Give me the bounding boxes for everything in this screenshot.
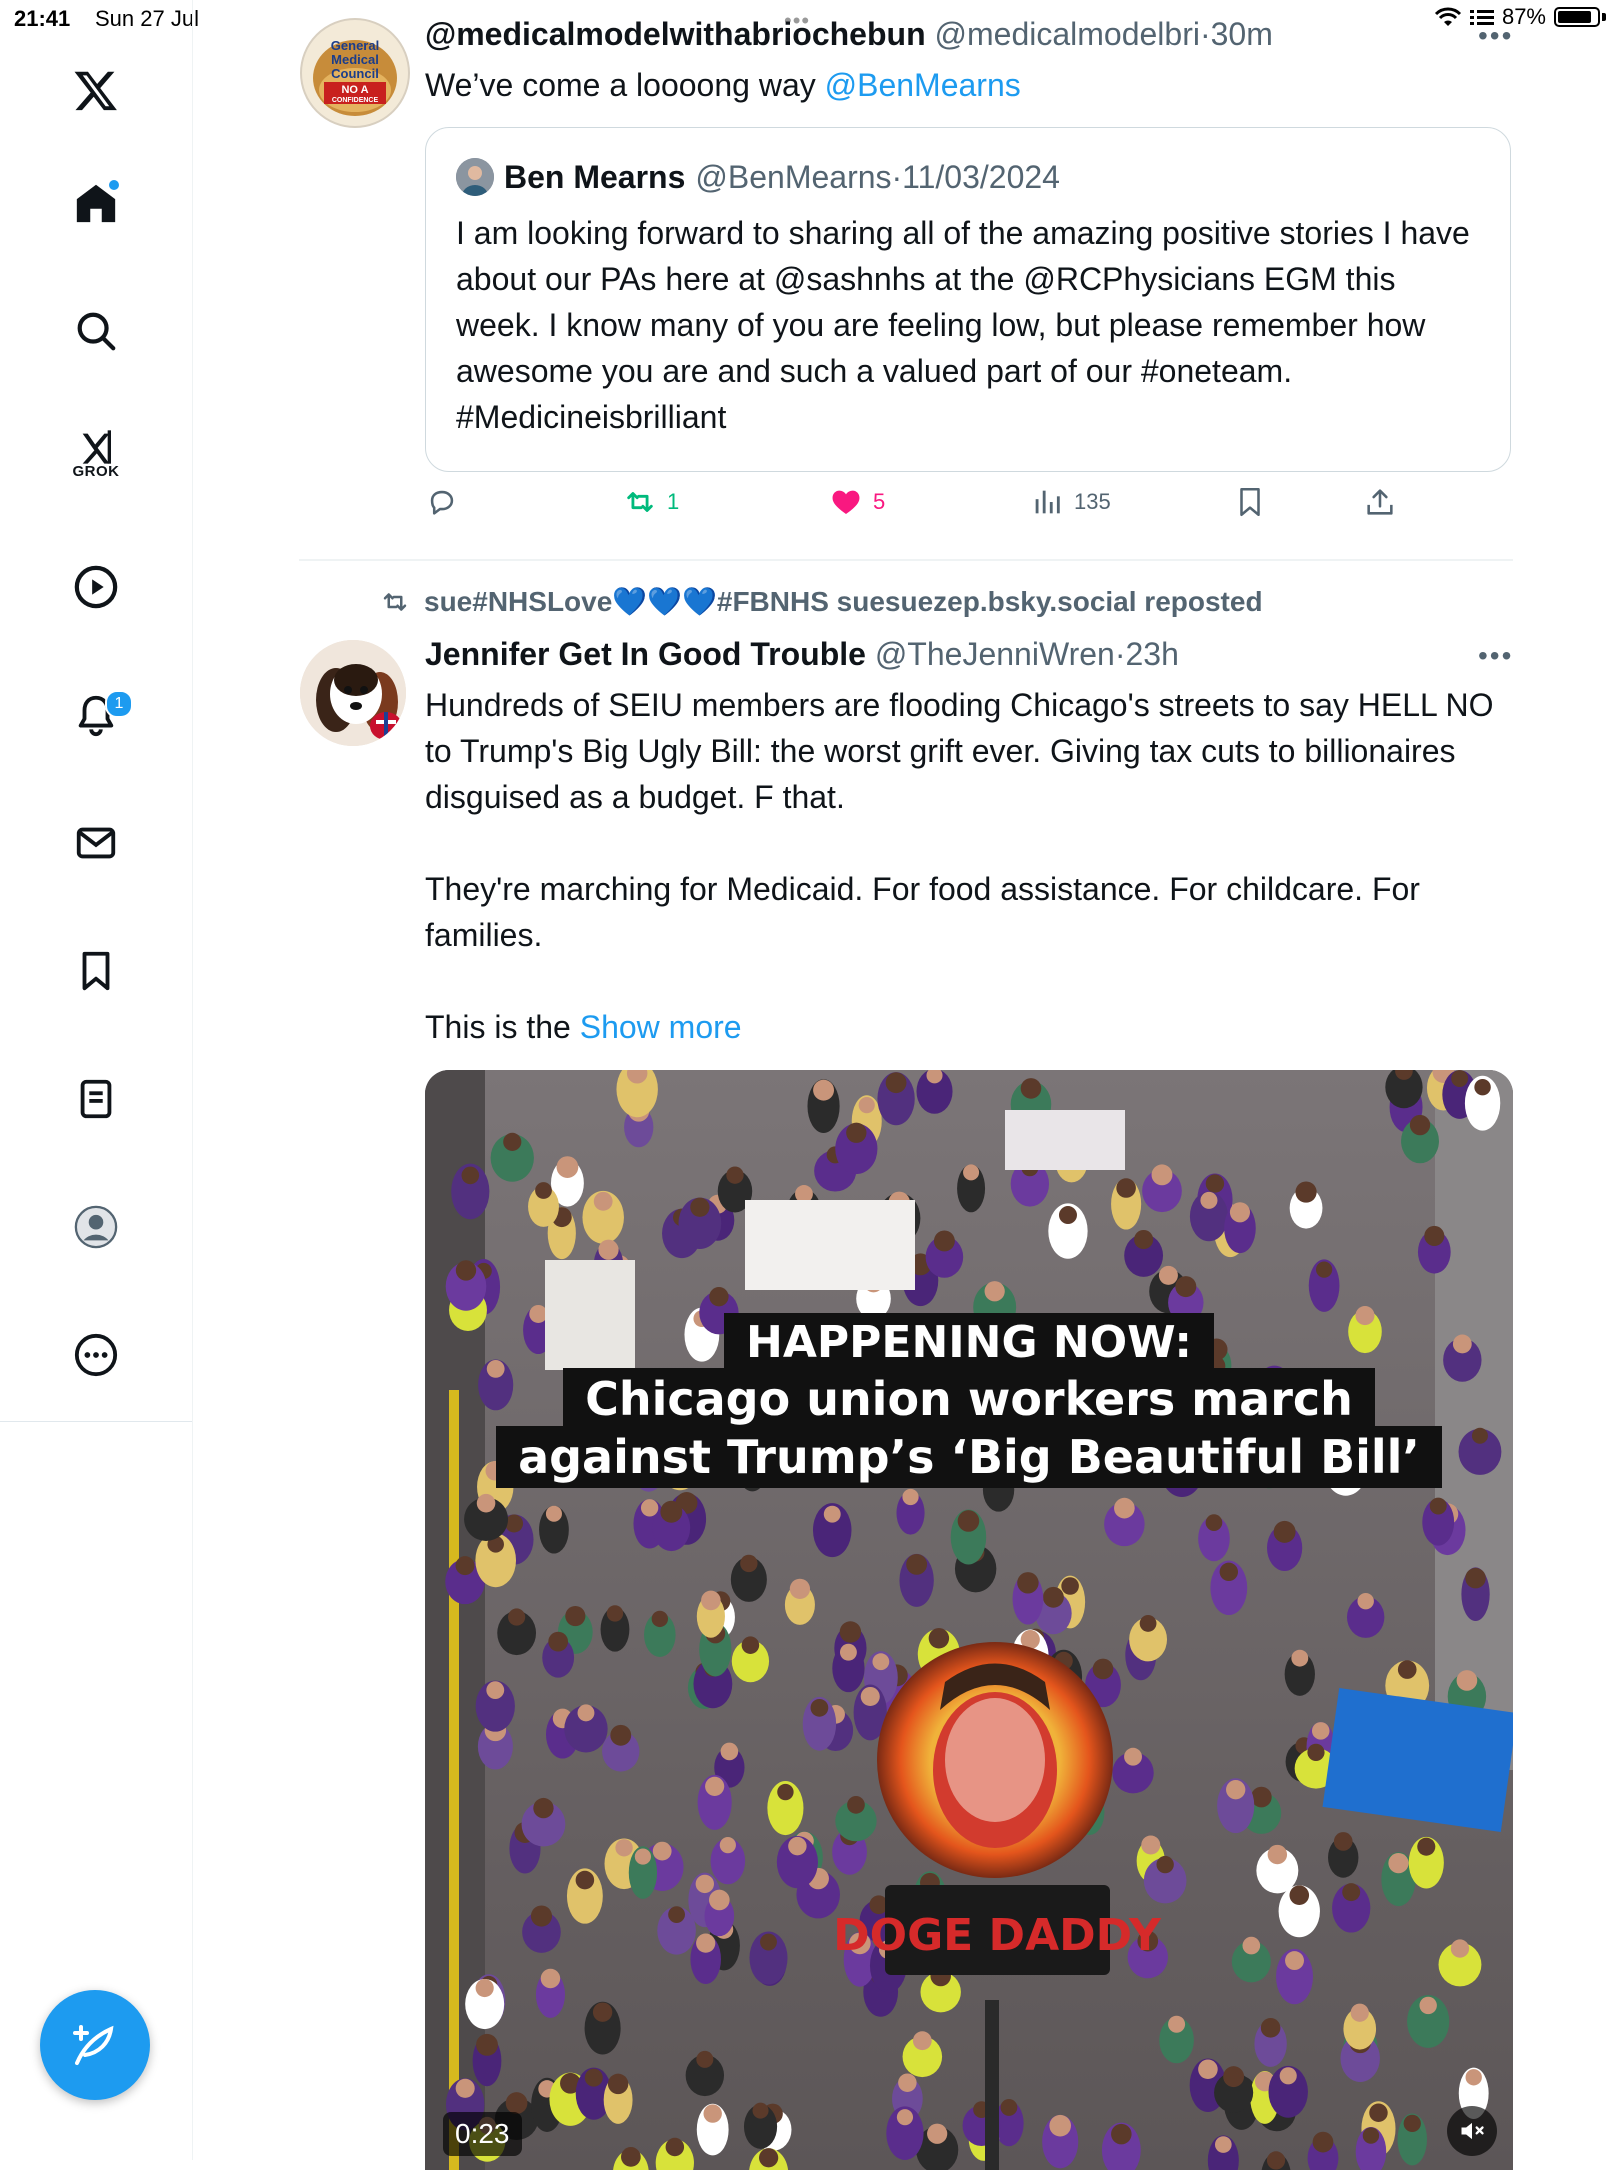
list-icon: [80, 1079, 112, 1119]
quote-display-name[interactable]: Ben Mearns: [504, 159, 685, 196]
grok-label: GROK: [72, 462, 120, 480]
share-icon: [1367, 489, 1393, 515]
like-button[interactable]: 5: [829, 485, 885, 519]
more-icon: [74, 1333, 118, 1377]
quote-tweet-card[interactable]: Ben Mearns @BenMearns·11/03/2024 I am lo…: [425, 127, 1511, 472]
wifi-icon: [1434, 7, 1462, 26]
separator-dot: ·: [1114, 636, 1126, 672]
tweet-text: Hundreds of SEIU members are flooding Ch…: [425, 682, 1515, 1050]
home-new-dot: [107, 178, 121, 192]
avatar[interactable]: General Medical Council NO A CONFIDENCE: [300, 18, 410, 128]
tweet-more-button[interactable]: •••: [1478, 640, 1513, 672]
play-icon: [74, 565, 118, 609]
separator-dot: ·: [891, 158, 903, 195]
tweet-paragraph: Hundreds of SEIU members are flooding Ch…: [425, 687, 1494, 815]
avatar-text-general: General: [331, 38, 379, 53]
video-caption: HAPPENING NOW: Chicago union workers mar…: [425, 1313, 1513, 1488]
author-display-name[interactable]: Jennifer Get In Good Trouble: [425, 636, 866, 672]
views-bar-chart-icon: [1035, 490, 1060, 514]
nav-grok[interactable]: GROK: [63, 420, 129, 486]
repost-context[interactable]: sue#NHSLove💙💙💙#FBNHS suesuezep.bsky.soci…: [380, 585, 1263, 618]
compose-icon: [73, 2025, 114, 2065]
status-right: 87%: [1434, 4, 1606, 30]
gmc-badge-avatar-image: General Medical Council NO A CONFIDENCE: [313, 38, 397, 116]
bookmark-button[interactable]: [1233, 485, 1267, 519]
dog-avatar-image: [300, 640, 406, 746]
nav-home[interactable]: [63, 170, 129, 236]
nav-explore[interactable]: [63, 298, 129, 364]
x-logo-icon[interactable]: [63, 57, 129, 123]
video-duration: 0:23: [443, 2112, 522, 2156]
search-icon: [77, 312, 116, 351]
quote-date: 11/03/2024: [902, 158, 1060, 195]
user-icon: [74, 1205, 118, 1249]
author-handle[interactable]: @medicalmodelbri: [935, 16, 1200, 52]
nav-bookmarks[interactable]: [63, 938, 129, 1004]
tweet-more-button[interactable]: •••: [1478, 20, 1513, 52]
video-caption-line: against Trump’s ‘Big Beautiful Bill’: [496, 1426, 1442, 1488]
avatar-text-confidence: CONFIDENCE: [332, 97, 379, 104]
bookmark-icon: [82, 951, 110, 991]
tweet-divider: [299, 559, 1513, 561]
nav-messages[interactable]: [63, 810, 129, 876]
tweet-action-bar: 1 5 135: [425, 485, 1511, 535]
views-count: 135: [1074, 489, 1111, 514]
nav-video[interactable]: [63, 554, 129, 620]
protest-sign-text: DOGE DADDY: [833, 1910, 1162, 1961]
tweet-text-body: We’ve come a loooong way: [425, 67, 825, 103]
quote-handle[interactable]: @BenMearns: [695, 159, 891, 195]
tweet-text: We’ve come a loooong way @BenMearns: [425, 62, 1515, 108]
nav-more[interactable]: [63, 1322, 129, 1388]
sidebar-divider: [0, 1421, 192, 1422]
video-frame-image: DOGE DADDY: [425, 1070, 1513, 2170]
author-handle[interactable]: @TheJenniWren: [875, 636, 1115, 672]
tweet-paragraph: They're marching for Medicaid. For food …: [425, 871, 1420, 953]
mail-icon: [76, 827, 116, 859]
views-button[interactable]: 135: [1030, 485, 1111, 519]
retweet-button[interactable]: 1: [623, 485, 679, 519]
nav-lists[interactable]: [63, 1066, 129, 1132]
mute-button[interactable]: [1447, 2106, 1497, 2156]
retweet-icon: [627, 492, 653, 512]
video-caption-line: HAPPENING NOW:: [724, 1313, 1214, 1372]
grok-icon: [82, 429, 111, 464]
heart-filled-icon: [832, 490, 860, 515]
tweet-time[interactable]: 23h: [1125, 636, 1178, 672]
avatar[interactable]: [300, 640, 406, 746]
quote-text: I am looking forward to sharing all of t…: [456, 215, 1470, 435]
tweet-time[interactable]: 30m: [1211, 16, 1273, 52]
reply-icon: [430, 490, 454, 515]
tweet-paragraph: This is the: [425, 1009, 580, 1045]
avatar-text-no: NO A: [341, 84, 368, 96]
compose-button[interactable]: [40, 1990, 150, 2100]
avatar-text-council: Council: [331, 66, 379, 81]
battery-icon: [1554, 7, 1600, 27]
separator-dot: ·: [1199, 16, 1211, 52]
tweet-author-row: @medicalmodelwithabriochebun @medicalmod…: [425, 16, 1273, 53]
bookmark-icon: [1240, 487, 1260, 517]
speaker-muted-icon: [1461, 2122, 1484, 2140]
retweet-icon: [383, 592, 407, 611]
notification-count-badge: 1: [105, 690, 133, 718]
nav-notifications[interactable]: 1: [63, 682, 133, 748]
tweet-video[interactable]: DOGE DADDY HAPPENING NOW: Chicago union …: [425, 1070, 1513, 2170]
reply-button[interactable]: [425, 485, 469, 519]
show-more-link[interactable]: Show more: [580, 1009, 742, 1045]
nav-profile[interactable]: [63, 1194, 129, 1260]
quote-avatar[interactable]: [456, 158, 494, 196]
like-count: 5: [873, 489, 886, 514]
tweet-author-row: Jennifer Get In Good Trouble @TheJenniWr…: [425, 636, 1179, 673]
video-caption-line: Chicago union workers march: [563, 1368, 1375, 1430]
repost-context-text: sue#NHSLove💙💙💙#FBNHS suesuezep.bsky.soci…: [424, 586, 1263, 617]
avatar-text-medical: Medical: [331, 52, 379, 67]
mention-link[interactable]: @BenMearns: [825, 67, 1021, 103]
quote-author-row: Ben Mearns @BenMearns·11/03/2024: [456, 158, 1060, 196]
quote-avatar-image: [456, 158, 494, 196]
sidebar: GROK 1: [0, 0, 193, 2160]
author-display-name[interactable]: @medicalmodelwithabriochebun: [425, 16, 926, 52]
share-button[interactable]: [1363, 485, 1397, 519]
retweet-count: 1: [667, 489, 680, 514]
